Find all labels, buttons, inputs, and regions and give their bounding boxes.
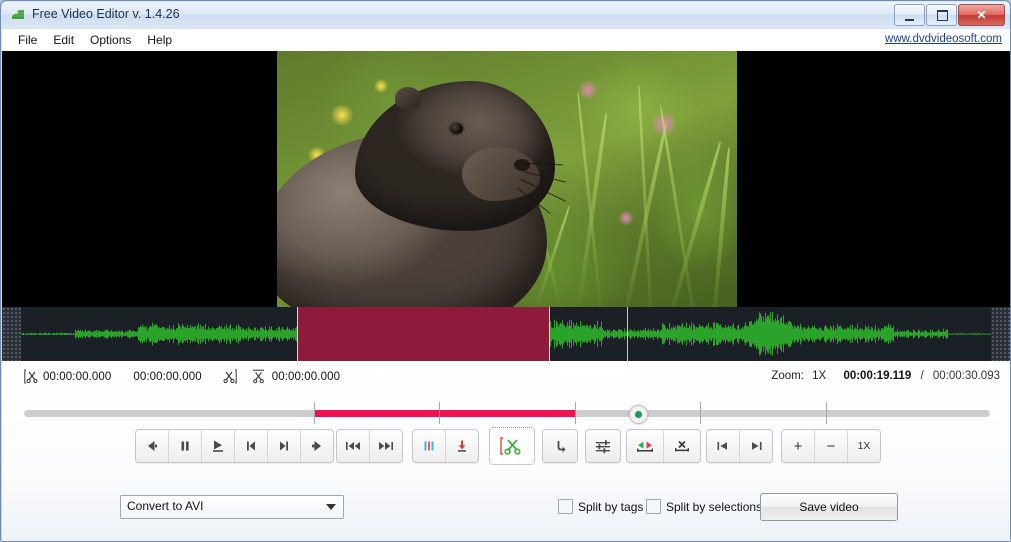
- app-window: Free Video Editor v. 1.4.26 ✕ File Edit …: [0, 0, 1011, 542]
- total-time: 00:00:30.093: [932, 370, 1000, 382]
- selection-tools-group: [626, 429, 701, 463]
- waveform-playhead[interactable]: [627, 307, 629, 361]
- seek-tick: [313, 402, 315, 424]
- play-button[interactable]: [202, 430, 235, 462]
- menu-bar: File Edit Options Help www.dvdvideosoft.…: [2, 29, 1010, 51]
- go-to-end-button[interactable]: [740, 430, 772, 462]
- marks-button-group: [412, 429, 479, 463]
- save-video-label: Save video: [799, 500, 859, 514]
- checkbox-box: [646, 499, 661, 514]
- waveform-canvas[interactable]: [21, 307, 991, 361]
- cut-selection-button[interactable]: [489, 427, 535, 465]
- close-button[interactable]: ✕: [958, 4, 1005, 26]
- chevron-down-icon: [326, 504, 336, 510]
- seek-bar[interactable]: [24, 401, 990, 425]
- settings-button[interactable]: [585, 429, 621, 463]
- seek-tick: [439, 402, 441, 424]
- video-frame: [277, 51, 737, 307]
- jump-end-button[interactable]: [370, 430, 402, 462]
- split-icon: [251, 369, 266, 384]
- marmot-ear: [395, 87, 421, 109]
- video-editor-icon: [10, 7, 26, 23]
- minus-icon: −: [826, 437, 836, 455]
- menu-item-file[interactable]: File: [10, 31, 45, 49]
- mark-in-icon: [24, 369, 39, 384]
- insert-marker-button[interactable]: [446, 430, 478, 462]
- playhead-knob[interactable]: [628, 405, 648, 424]
- jump-button-group: [336, 429, 403, 463]
- selection-duration: 00:00:00.000: [133, 370, 202, 383]
- editor-panel: 00:00:00.000 00:00:00.000 00:00:00.000 Z…: [2, 361, 1010, 541]
- checkbox-box: [558, 499, 573, 514]
- split-time: 00:00:00.000: [271, 370, 341, 383]
- jump-start-button[interactable]: [337, 430, 370, 462]
- split-by-selections-checkbox[interactable]: Split by selections: [646, 499, 762, 514]
- marmot-eye: [450, 123, 463, 134]
- invert-selection-button[interactable]: [627, 430, 664, 462]
- footer-bar: Convert to AVI Split by tags Split by se…: [2, 489, 1010, 539]
- nav-button-group: [706, 429, 773, 463]
- waveform-selection[interactable]: [297, 307, 550, 361]
- split-by-tags-checkbox[interactable]: Split by tags: [558, 499, 643, 514]
- step-forward-button[interactable]: [301, 430, 333, 462]
- timeline-info-row: 00:00:00.000 00:00:00.000 00:00:00.000 Z…: [2, 367, 1010, 393]
- mark-out-icon: [222, 369, 237, 384]
- split-by-tags-label: Split by tags: [578, 499, 644, 514]
- waveform-right-handle[interactable]: [991, 307, 1010, 361]
- maximize-button[interactable]: [926, 4, 957, 26]
- delete-selection-button[interactable]: [664, 430, 700, 462]
- window-title: Free Video Editor v. 1.4.26: [32, 7, 180, 21]
- split-by-selections-label: Split by selections: [666, 499, 763, 514]
- waveform-strip[interactable]: [2, 307, 1010, 361]
- website-link[interactable]: www.dvdvideosoft.com: [885, 33, 1002, 45]
- video-preview[interactable]: [2, 51, 1010, 307]
- waveform-bar: [990, 333, 991, 335]
- transport-button-group: [135, 429, 334, 463]
- playhead-dot: [634, 411, 642, 418]
- save-video-button[interactable]: Save video: [760, 493, 898, 521]
- zoom-value: 1X: [812, 370, 827, 382]
- time-separator: /: [920, 370, 924, 382]
- current-time: 00:00:19.119: [843, 370, 912, 382]
- minimize-button[interactable]: [894, 4, 925, 26]
- add-tag-button[interactable]: [413, 430, 446, 462]
- zoom-label: Zoom:: [771, 370, 804, 382]
- mark-in-time: 00:00:00.000: [43, 370, 112, 383]
- menu-item-options[interactable]: Options: [82, 31, 139, 49]
- step-back-button[interactable]: [136, 430, 169, 462]
- zoom-out-button[interactable]: −: [815, 430, 848, 462]
- marmot-nose: [514, 159, 530, 171]
- seek-tick: [574, 402, 576, 424]
- zoom-button-group: + − 1X: [781, 429, 881, 463]
- window-controls: ✕: [893, 4, 1005, 26]
- prev-frame-button[interactable]: [235, 430, 268, 462]
- output-format-value: Convert to AVI: [127, 499, 204, 513]
- next-frame-button[interactable]: [268, 430, 301, 462]
- output-format-select[interactable]: Convert to AVI: [120, 495, 344, 519]
- seek-selection[interactable]: [313, 410, 575, 417]
- menu-item-edit[interactable]: Edit: [45, 31, 82, 49]
- undo-button[interactable]: [542, 429, 578, 463]
- zoom-reset-button[interactable]: 1X: [848, 430, 880, 462]
- title-bar: Free Video Editor v. 1.4.26 ✕: [2, 2, 1010, 28]
- seek-tick: [700, 402, 702, 424]
- seek-tick: [825, 402, 827, 424]
- menu-item-help[interactable]: Help: [139, 31, 180, 49]
- timeline-status: Zoom: 1X 00:00:19.119 / 00:00:30.093: [771, 370, 1000, 382]
- zoom-in-button[interactable]: +: [782, 430, 815, 462]
- waveform-left-handle[interactable]: [2, 307, 21, 361]
- scissors-bracket-icon: [499, 435, 525, 457]
- zoom-1x-icon: 1X: [857, 440, 871, 452]
- pause-button[interactable]: [169, 430, 202, 462]
- plus-icon: +: [793, 437, 803, 455]
- close-icon: ✕: [976, 8, 987, 22]
- editor-toolbar: + − 1X: [2, 427, 1010, 469]
- go-to-start-button[interactable]: [707, 430, 740, 462]
